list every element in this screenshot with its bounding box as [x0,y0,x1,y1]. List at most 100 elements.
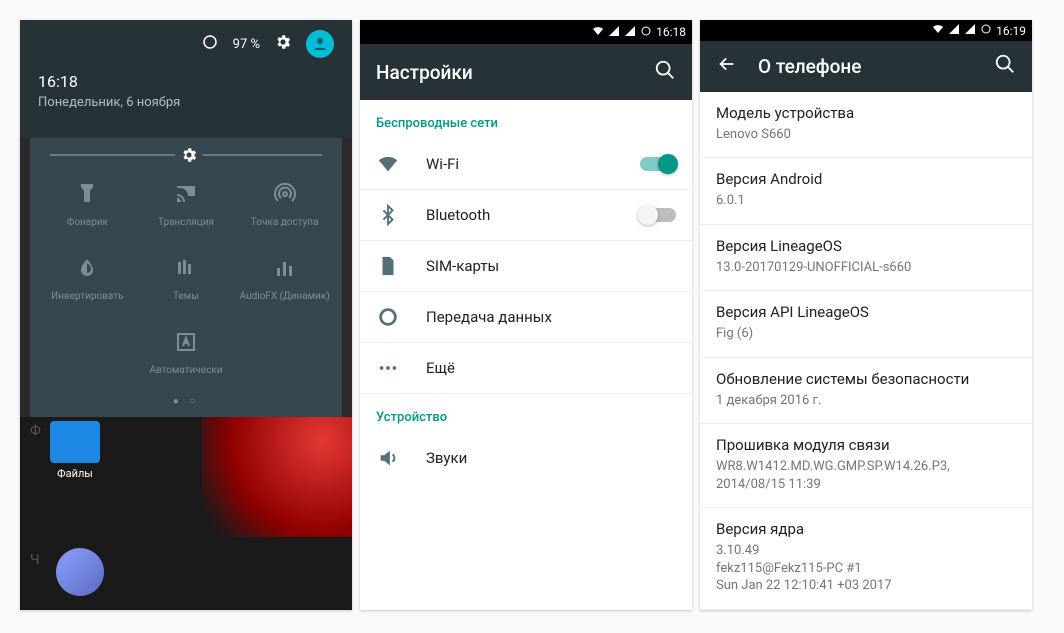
status-bar: 16:19 [700,20,1032,41]
about-model[interactable]: Модель устройства Lenovo S660 [700,92,1032,159]
equalizer-icon [273,256,297,283]
about-title: Версия LineageOS [716,237,1016,255]
about-lineage-api[interactable]: Версия API LineageOS Fig (6) [700,291,1032,358]
search-icon[interactable] [994,53,1016,79]
tile-themes[interactable]: Темы [137,252,236,306]
about-sub: 3.10.49 fekz115@Fekz115-PC #1 Sun Jan 22… [716,542,1016,595]
about-kernel[interactable]: Версия ядра 3.10.49 fekz115@Fekz115-PC #… [700,508,1032,610]
about-sub: Fig (6) [716,325,1016,343]
toolbar: О телефоне [700,41,1032,91]
page-title: О телефоне [758,55,974,78]
qs-tiles-grid: Фонарик Трансляция Точка доступа Инверти… [38,170,334,390]
about-title: Прошивка модуля связи [716,436,1016,454]
section-wireless: Беспроводные сети [360,100,692,139]
battery-icon [201,33,219,55]
bluetooth-icon [376,204,400,226]
phone-quick-settings: 97 % 16:18 Понедельник, 6 ноября Фонарик [20,20,352,610]
about-title: Версия API LineageOS [716,303,1016,321]
about-sub: Lenovo S660 [716,126,1016,144]
tile-label: Инвертировать [51,291,123,302]
tile-label: AudioFX (Динамик) [240,291,330,302]
page-title: Настройки [376,61,634,84]
row-label: Bluetooth [426,206,614,224]
tile-invert[interactable]: Инвертировать [38,252,137,306]
user-avatar-icon[interactable] [306,30,334,58]
row-data-usage[interactable]: Передача данных [360,292,692,343]
row-sim[interactable]: SIM-карты [360,241,692,292]
qs-time: 16:18 [38,72,334,91]
row-label: SIM-карты [426,257,676,275]
qs-date: Понедельник, 6 ноября [38,95,334,110]
tile-hotspot[interactable]: Точка доступа [235,178,334,232]
about-baseband[interactable]: Прошивка модуля связи WR8.W1412.MD.WG.GM… [700,424,1032,508]
qs-header: 97 % 16:18 Понедельник, 6 ноября [20,20,352,138]
qs-panel: Фонарик Трансляция Точка доступа Инверти… [30,138,342,417]
status-time: 16:19 [996,24,1026,38]
row-label: Передача данных [426,308,676,326]
about-title: Модель устройства [716,104,1016,122]
invert-icon [75,256,99,283]
signal-icon [964,23,976,38]
battery-icon [980,23,992,38]
row-wifi[interactable]: Wi-Fi [360,139,692,190]
folder-icon [50,421,100,463]
hotspot-icon [273,182,297,209]
phone-settings: 16:18 Настройки Беспроводные сети Wi-Fi … [360,20,692,610]
tile-audiofx[interactable]: AudioFX (Динамик) [235,252,334,306]
tile-flashlight[interactable]: Фонарик [38,178,137,232]
page-indicator: ● ○ [38,390,334,407]
phone-about: 16:19 О телефоне Модель устройства Lenov… [700,20,1032,610]
tile-label: Трансляция [158,217,214,228]
home-screen-fragment: Ф Файлы Ч [20,417,352,610]
about-list: Модель устройства Lenovo S660 Версия And… [700,92,1032,610]
tile-label: Фонарик [67,217,108,228]
search-icon[interactable] [654,59,676,85]
tile-auto[interactable]: Автоматически [137,326,236,380]
tile-label: Темы [173,291,199,302]
status-time: 16:18 [656,25,686,39]
themes-icon [174,256,198,283]
wifi-toggle[interactable] [640,157,676,171]
about-security-patch[interactable]: Обновление системы безопасности 1 декабр… [700,358,1032,425]
bluetooth-toggle[interactable] [640,208,676,222]
row-bluetooth[interactable]: Bluetooth [360,190,692,241]
cast-icon [174,182,198,209]
qs-status-row: 97 % [38,20,334,68]
wifi-icon [592,25,604,40]
flashlight-icon [75,182,99,209]
clock-widget-icon[interactable] [56,548,104,596]
tile-cast[interactable]: Трансляция [137,178,236,232]
decor-letter: Ф [30,423,41,439]
row-more[interactable]: Ещё [360,343,692,394]
status-bar: 16:18 [360,20,692,44]
row-label: Звуки [426,449,676,467]
signal-icon [624,25,636,40]
row-label: Ещё [426,359,676,377]
back-arrow-icon[interactable] [716,53,738,79]
decor-letter: Ч [30,552,40,568]
battery-pct: 97 % [233,37,260,52]
battery-icon [640,25,652,40]
folder-label: Файлы [57,467,93,480]
tile-label: Автоматически [149,365,222,376]
brightness-thumb-icon[interactable] [175,141,203,169]
folder-files[interactable]: Файлы [50,421,100,480]
about-sub: 1 декабря 2016 г. [716,392,1016,410]
section-device: Устройство [360,394,692,433]
more-icon [376,357,400,379]
toolbar: Настройки [360,44,692,100]
signal-icon [948,23,960,38]
sim-icon [376,255,400,277]
row-sound[interactable]: Звуки [360,433,692,483]
settings-gear-icon[interactable] [274,33,292,55]
about-sub: 13.0-20170129-UNOFFICIAL-s660 [716,259,1016,277]
wallpaper-fragment [202,417,352,537]
about-android-version[interactable]: Версия Android 6.0.1 [700,158,1032,225]
tile-label: Точка доступа [251,217,319,228]
brightness-slider[interactable] [38,150,334,170]
auto-icon [174,330,198,357]
about-title: Версия Android [716,170,1016,188]
about-sub: 6.0.1 [716,192,1016,210]
about-title: Версия ядра [716,520,1016,538]
about-lineage-version[interactable]: Версия LineageOS 13.0-20170129-UNOFFICIA… [700,225,1032,292]
